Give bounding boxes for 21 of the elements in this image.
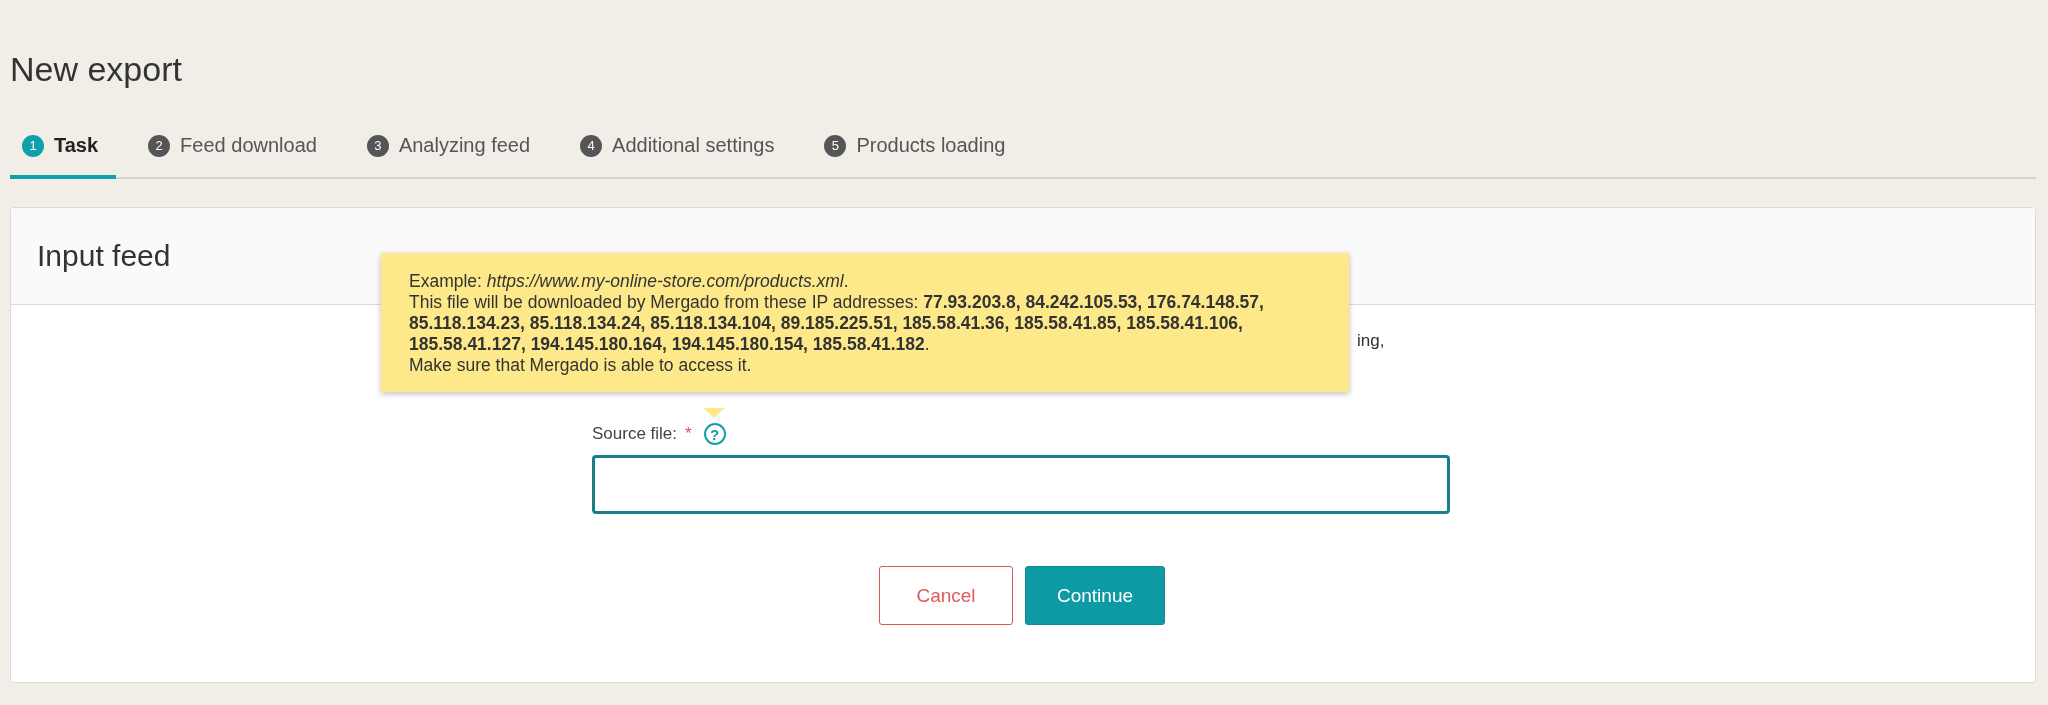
step-tab[interactable]: 2 Feed download	[136, 134, 335, 179]
required-mark: *	[685, 424, 692, 444]
tooltip-text: This file will be downloaded by Mergado from these IP addresses: 77.93.203.8, 84.242.105.53, 176.74.148.57, 85.118.134.23, 85.118.134.24, 85.118.134.104, 89.185.225.51, 185.58.41.36, 185.58.41.85, 185.58.41.106, 185.58.41.127, 194.145.180.164, 194.145.180.154, 185.58.41.182.	[409, 292, 1265, 355]
step-tab[interactable]: 3 Analyzing feed	[354, 134, 549, 179]
cancel-button[interactable]: Cancel	[879, 566, 1013, 625]
tooltip-text: Make sure that Mergado is able to access it.	[409, 355, 753, 376]
field-label: Source file:	[592, 424, 678, 444]
tooltip-pointer	[703, 408, 725, 418]
step-number: 4	[580, 134, 603, 157]
step-number: 5	[824, 134, 847, 157]
step-number: 2	[148, 134, 171, 157]
tooltip-text: Example: https://www.my-online-store.com/products.xml.	[409, 271, 850, 292]
step-tab[interactable]: 5 Products loading	[812, 134, 1024, 179]
page-title: New export	[10, 49, 183, 90]
step-tab[interactable]: 4 Additional settings	[568, 134, 793, 179]
step-number: 1	[22, 134, 44, 157]
step-number: 3	[366, 134, 389, 157]
source-file-field[interactable]	[592, 455, 1450, 514]
description-text: ing,	[1357, 331, 1385, 350]
step-tab[interactable]: 1 Task	[10, 134, 117, 179]
card-title: Input feed	[37, 239, 171, 273]
